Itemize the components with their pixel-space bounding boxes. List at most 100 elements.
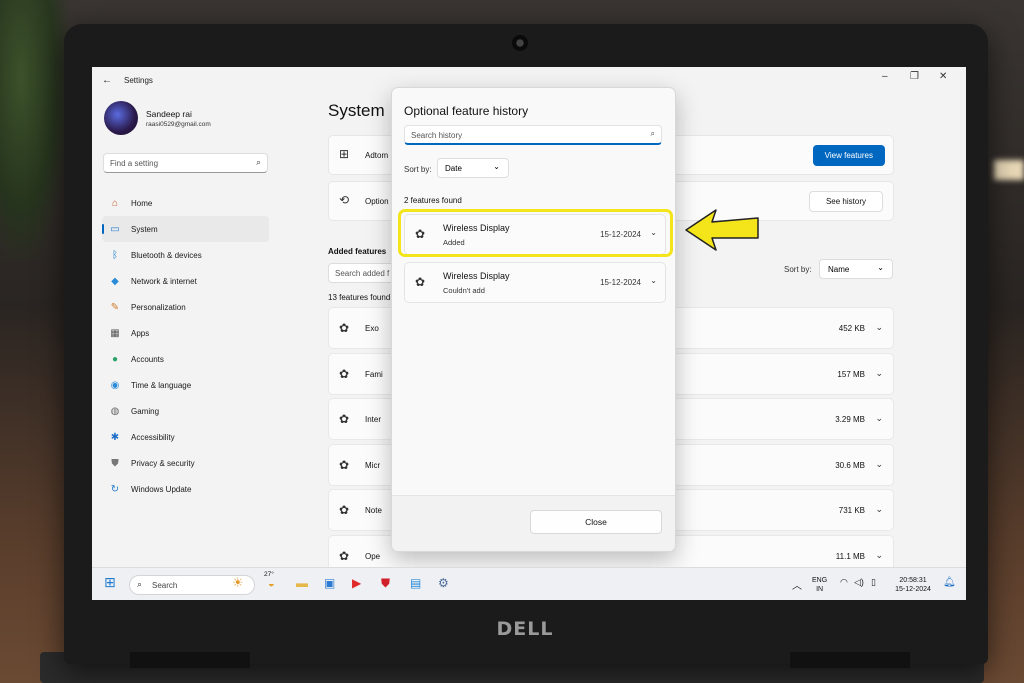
feature-name: Micr <box>365 460 381 470</box>
home-icon: ⌂ <box>111 197 119 209</box>
sidebar-item-bluetooth-devices[interactable]: ᛒ Bluetooth & devices <box>102 242 269 268</box>
highlight-box <box>398 209 673 257</box>
search-history-placeholder: Search history <box>411 131 463 140</box>
back-arrow-icon[interactable]: ← <box>102 75 116 86</box>
yellow-arrow-annotation <box>685 209 759 251</box>
taskbar-search-placeholder: Search <box>152 581 178 590</box>
search-icon: ⌕ <box>255 157 261 167</box>
update-icon: ↻ <box>110 483 120 495</box>
search-history-input[interactable]: Search history ⌕ <box>404 125 662 145</box>
user-profile[interactable]: Sandeep rai raasi0529@gmail.com <box>104 101 211 135</box>
region-code: IN <box>816 586 824 593</box>
see-history-button[interactable]: See history <box>808 191 883 212</box>
sort-dropdown[interactable]: Name ⌄ <box>819 259 893 279</box>
dialog-sort-dropdown[interactable]: Date ⌄ <box>437 158 509 178</box>
language-code: ENG <box>812 577 828 584</box>
sidebar-item-label: System <box>131 224 158 234</box>
sidebar-item-accounts[interactable]: ● Accounts <box>102 346 269 372</box>
history-count: 2 features found <box>404 196 462 205</box>
battery-icon[interactable]: ▯ <box>871 577 876 588</box>
apps-icon: ▦ <box>110 327 120 339</box>
added-features-label: Added features <box>328 247 387 256</box>
chevron-down-icon[interactable]: ⌄ <box>875 459 883 470</box>
sidebar-item-label: Network & internet <box>131 276 197 286</box>
feature-gear-icon: ✿ <box>339 548 350 563</box>
file-explorer-icon[interactable]: ▬ <box>296 576 308 590</box>
find-setting-input[interactable]: Find a setting ⌕ <box>103 153 268 173</box>
system-icon: ▭ <box>110 223 120 235</box>
feature-size: 11.1 MB <box>835 551 865 561</box>
feature-gear-icon: ✿ <box>339 412 350 426</box>
chevron-down-icon[interactable]: ⌄ <box>650 276 657 285</box>
sidebar-item-system[interactable]: ▭ System <box>102 216 269 242</box>
search-icon: ⌕ <box>650 129 655 138</box>
sidebar-item-personalization[interactable]: ✎ Personalization <box>102 294 269 320</box>
close-button[interactable]: Close <box>530 510 662 534</box>
feature-name: Exo <box>365 324 379 333</box>
sidebar-item-label: Accessibility <box>131 432 175 442</box>
dialog-sort-label: Sort by: <box>404 165 432 174</box>
chevron-down-icon[interactable]: ⌄ <box>875 504 883 515</box>
dialog-title: Optional feature history <box>404 104 529 118</box>
avatar <box>104 101 138 135</box>
remote-desktop-icon[interactable]: ▤ <box>410 576 421 590</box>
globe-icon: ◉ <box>110 379 120 391</box>
profile-email: raasi0529@gmail.com <box>146 120 211 128</box>
feature-name: Note <box>365 506 382 515</box>
history-icon: ⟲ <box>339 193 350 207</box>
sidebar-item-windows-update[interactable]: ↻ Windows Update <box>102 476 269 502</box>
volume-icon[interactable]: ◁) <box>854 577 864 588</box>
view-features-button[interactable]: View features <box>812 145 885 166</box>
sidebar-item-home[interactable]: ⌂ Home <box>102 190 269 216</box>
sidebar-item-apps[interactable]: ▦ Apps <box>102 320 269 346</box>
clock[interactable]: 20:58:31 15-12-2024 <box>887 576 939 594</box>
minimize-icon[interactable]: – <box>882 71 888 82</box>
sidebar-item-time-language[interactable]: ◉ Time & language <box>102 372 269 398</box>
chevron-down-icon[interactable]: ⌄ <box>875 550 883 561</box>
sidebar-item-label: Bluetooth & devices <box>131 250 202 260</box>
window-title: Settings <box>124 75 153 85</box>
language-indicator[interactable]: ENG IN <box>812 576 827 594</box>
antivirus-icon[interactable]: ⛊ <box>381 576 390 591</box>
widgets-icon[interactable]: ◒ <box>268 578 275 590</box>
sidebar-item-label: Gaming <box>131 406 160 416</box>
feature-gear-icon: ✿ <box>339 366 350 381</box>
profile-name: Sandeep rai <box>146 108 192 119</box>
chevron-down-icon: ⌄ <box>493 162 500 171</box>
settings-gear-icon[interactable]: ⚙ <box>438 576 449 590</box>
page-title: System <box>328 101 385 120</box>
weather-sun-icon[interactable]: ☀ <box>232 575 244 591</box>
feature-gear-icon: ✿ <box>339 321 350 335</box>
history-item-date: 15-12-2024 <box>600 278 641 287</box>
find-setting-placeholder: Find a setting <box>110 159 159 168</box>
wifi-icon[interactable]: ◠ <box>840 577 848 588</box>
sidebar-item-accessibility[interactable]: ✱ Accessibility <box>102 424 269 450</box>
store-icon[interactable]: ▣ <box>324 576 335 590</box>
feature-gear-icon: ✿ <box>415 275 426 289</box>
brush-icon: ✎ <box>110 301 120 313</box>
sidebar-item-label: Accounts <box>131 354 164 364</box>
background-lamp <box>994 160 1024 180</box>
youtube-icon[interactable]: ▶ <box>352 576 361 590</box>
maximize-icon[interactable]: ❐ <box>910 71 919 82</box>
history-item[interactable]: ✿ Wireless Display Couldn't add 15-12-20… <box>404 262 666 303</box>
sidebar-item-gaming[interactable]: ◍ Gaming <box>102 398 269 424</box>
feature-name: Inter <box>365 415 382 424</box>
feature-size: 731 KB <box>838 506 865 515</box>
shield-icon: ⛊ <box>111 457 119 469</box>
chevron-down-icon[interactable]: ⌄ <box>875 413 883 424</box>
sidebar-item-privacy-security[interactable]: ⛊ Privacy & security <box>102 450 269 476</box>
sidebar-item-label: Windows Update <box>131 484 192 494</box>
chevron-down-icon[interactable]: ⌄ <box>875 368 883 379</box>
chevron-down-icon[interactable]: ⌄ <box>875 322 883 333</box>
start-icon[interactable]: ⊞ <box>104 574 116 591</box>
close-icon[interactable]: ✕ <box>939 71 947 82</box>
sidebar-item-label: Apps <box>131 328 150 338</box>
add-feature-icon: ⊞ <box>339 147 350 161</box>
chevron-up-icon[interactable]: ︿ <box>792 577 802 592</box>
feature-size: 452 KB <box>838 324 865 333</box>
notification-bell-icon[interactable]: 🔔︎ <box>943 577 956 588</box>
accounts-icon: ● <box>111 353 119 365</box>
sidebar-item-label: Home <box>131 198 153 208</box>
sidebar-item-network-internet[interactable]: ◆ Network & internet <box>102 268 269 294</box>
